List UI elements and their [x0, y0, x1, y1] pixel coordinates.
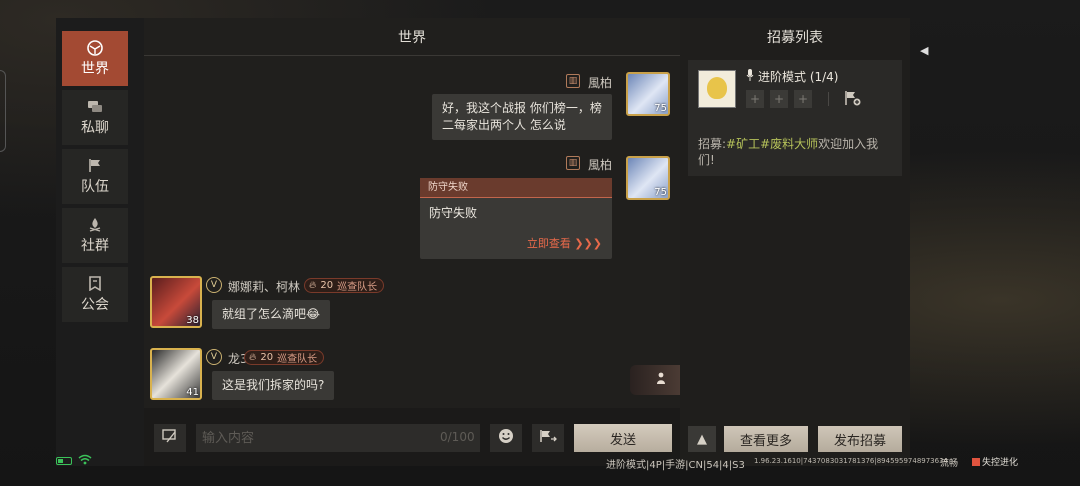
recruit-title: 招募列表	[767, 30, 823, 46]
recruit-text-prefix: 招募:	[698, 137, 727, 151]
rank-tag: 🔥︎ 20 巡查队长	[304, 278, 385, 293]
battle-report-card[interactable]: 防守失败 防守失败 立即查看 ❯❯❯	[420, 178, 612, 259]
chat-panel: 世界 ▥ 風柏 75 好，我这个战报 你们榜一，榜 二每家出两个人 怎么说 ▥ …	[144, 18, 680, 466]
flame-icon: 🔥︎	[249, 352, 257, 363]
edge-handle[interactable]	[0, 70, 6, 152]
rank-value: 20	[320, 280, 334, 291]
recruit-thumbnail	[698, 70, 736, 108]
flag-icon	[86, 158, 104, 174]
divider	[828, 92, 829, 106]
join-flag-button[interactable]	[844, 90, 862, 110]
voice-toggle-button[interactable]	[154, 424, 186, 452]
flame-icon: 🔥︎	[309, 280, 317, 291]
publish-recruit-button[interactable]: 发布招募	[818, 426, 902, 452]
send-button[interactable]: 发送	[574, 424, 672, 452]
microphone-icon	[746, 69, 754, 84]
vip-badge-icon: V	[206, 349, 222, 365]
sidebar-item-label: 私聊	[81, 119, 109, 136]
sidebar-item-label: 队伍	[81, 178, 109, 195]
channel-sidebar: 世界 私聊 队伍 社群 公会	[56, 18, 144, 466]
avatar[interactable]: 38	[150, 276, 202, 328]
char-counter: 0/100	[440, 430, 475, 444]
sidebar-item-private[interactable]: 私聊	[62, 90, 128, 145]
level-label: 75	[654, 103, 667, 114]
wifi-icon	[78, 454, 92, 468]
jump-to-latest-button[interactable]	[630, 365, 680, 395]
rank-tag: 🔥︎ 20 巡查队长	[244, 350, 325, 365]
card-body: 防守失败	[429, 206, 478, 220]
rank-value: 20	[260, 352, 274, 363]
avatar[interactable]: 41	[150, 348, 202, 400]
report-button[interactable]: ▲	[688, 426, 716, 452]
level-label: 41	[186, 387, 199, 398]
sidebar-item-team[interactable]: 队伍	[62, 149, 128, 204]
recruit-card[interactable]: 进阶模式 (1/4) + + + 招募:#矿工#废料大师欢迎加入我们!	[688, 60, 902, 176]
status-bar: 进阶模式|4P|手游|CN|54|4|S3 1.96.23.1610|74370…	[0, 454, 1080, 486]
warning-icon: ▲	[697, 431, 707, 447]
share-flag-button[interactable]	[532, 424, 564, 452]
logo-icon	[972, 457, 980, 466]
version-info: 1.96.23.1610|7437083031781376|8945959748…	[754, 457, 948, 465]
rank-role: 巡查队长	[277, 354, 318, 365]
member-slot[interactable]: +	[746, 90, 764, 108]
chat-title: 世界	[144, 18, 680, 56]
view-now-link[interactable]: 立即查看 ❯❯❯	[527, 235, 602, 251]
message-bubble[interactable]: 好，我这个战报 你们榜一，榜 二每家出两个人 怎么说	[432, 94, 612, 140]
chat-bubbles-icon	[86, 99, 104, 115]
sidebar-item-label: 世界	[81, 60, 109, 77]
message-text: 这是我们拆家的吗?	[222, 378, 325, 392]
chick-icon	[707, 77, 727, 99]
globe-icon	[86, 39, 104, 56]
message-bubble[interactable]: 就组了怎么滴吧😂	[212, 300, 331, 329]
sidebar-item-community[interactable]: 社群	[62, 208, 128, 263]
campfire-icon	[86, 217, 104, 233]
vip-badge-icon: V	[206, 277, 222, 293]
recruit-mode-label: 进阶模式 (1/4)	[758, 70, 839, 84]
network-status: 流畅	[940, 459, 959, 469]
sender-name: 風柏	[588, 158, 613, 172]
emoji-button[interactable]	[490, 424, 522, 452]
flag-share-icon	[539, 429, 557, 447]
sender-name: 娜娜莉、柯林	[228, 280, 301, 294]
game-name: 失控进化	[982, 458, 1019, 468]
recruit-panel: 招募列表 进阶模式 (1/4) + + + 招募:#矿工#废料大师欢迎加入我们!…	[680, 18, 910, 466]
sidebar-item-world[interactable]: 世界	[62, 31, 128, 86]
battery-icon	[56, 457, 72, 465]
card-title: 防守失败	[420, 178, 612, 198]
level-label: 38	[186, 315, 199, 326]
collapse-arrow-icon[interactable]: ◀	[920, 44, 928, 57]
voice-off-icon	[162, 429, 178, 447]
game-logo: 失控进化	[972, 455, 1018, 468]
message-text: 就组了怎么滴吧😂	[222, 307, 321, 321]
avatar[interactable]: 75	[626, 72, 670, 116]
sender-name: 風柏	[588, 76, 613, 90]
member-slot[interactable]: +	[770, 90, 788, 108]
flag-plus-icon	[844, 91, 862, 110]
rank-role: 巡查队长	[337, 282, 378, 293]
sidebar-item-label: 社群	[81, 237, 109, 254]
emoji-icon	[498, 428, 514, 448]
guild-banner-icon	[86, 276, 104, 292]
message-text: 二每家出两个人 怎么说	[442, 118, 566, 132]
sidebar-item-guild[interactable]: 公会	[62, 267, 128, 322]
recruit-text: 招募:#矿工#废料大师欢迎加入我们!	[698, 136, 894, 168]
person-icon	[656, 372, 668, 389]
avatar[interactable]: 75	[626, 156, 670, 200]
sidebar-item-label: 公会	[81, 296, 109, 313]
view-more-button[interactable]: 查看更多	[724, 426, 808, 452]
message-bubble[interactable]: 这是我们拆家的吗?	[212, 371, 335, 400]
message-text: 好，我这个战报 你们榜一，榜	[442, 101, 602, 115]
game-mode-info: 进阶模式|4P|手游|CN|54|4|S3	[606, 460, 745, 471]
recruit-tags: #矿工#废料大师	[726, 137, 819, 151]
rank-badge-icon: ▥	[566, 74, 580, 88]
rank-badge-icon: ▥	[566, 156, 580, 170]
member-slot[interactable]: +	[794, 90, 812, 108]
level-label: 75	[654, 187, 667, 198]
recruit-mode: 进阶模式 (1/4)	[746, 68, 839, 85]
message-input[interactable]	[196, 424, 480, 452]
